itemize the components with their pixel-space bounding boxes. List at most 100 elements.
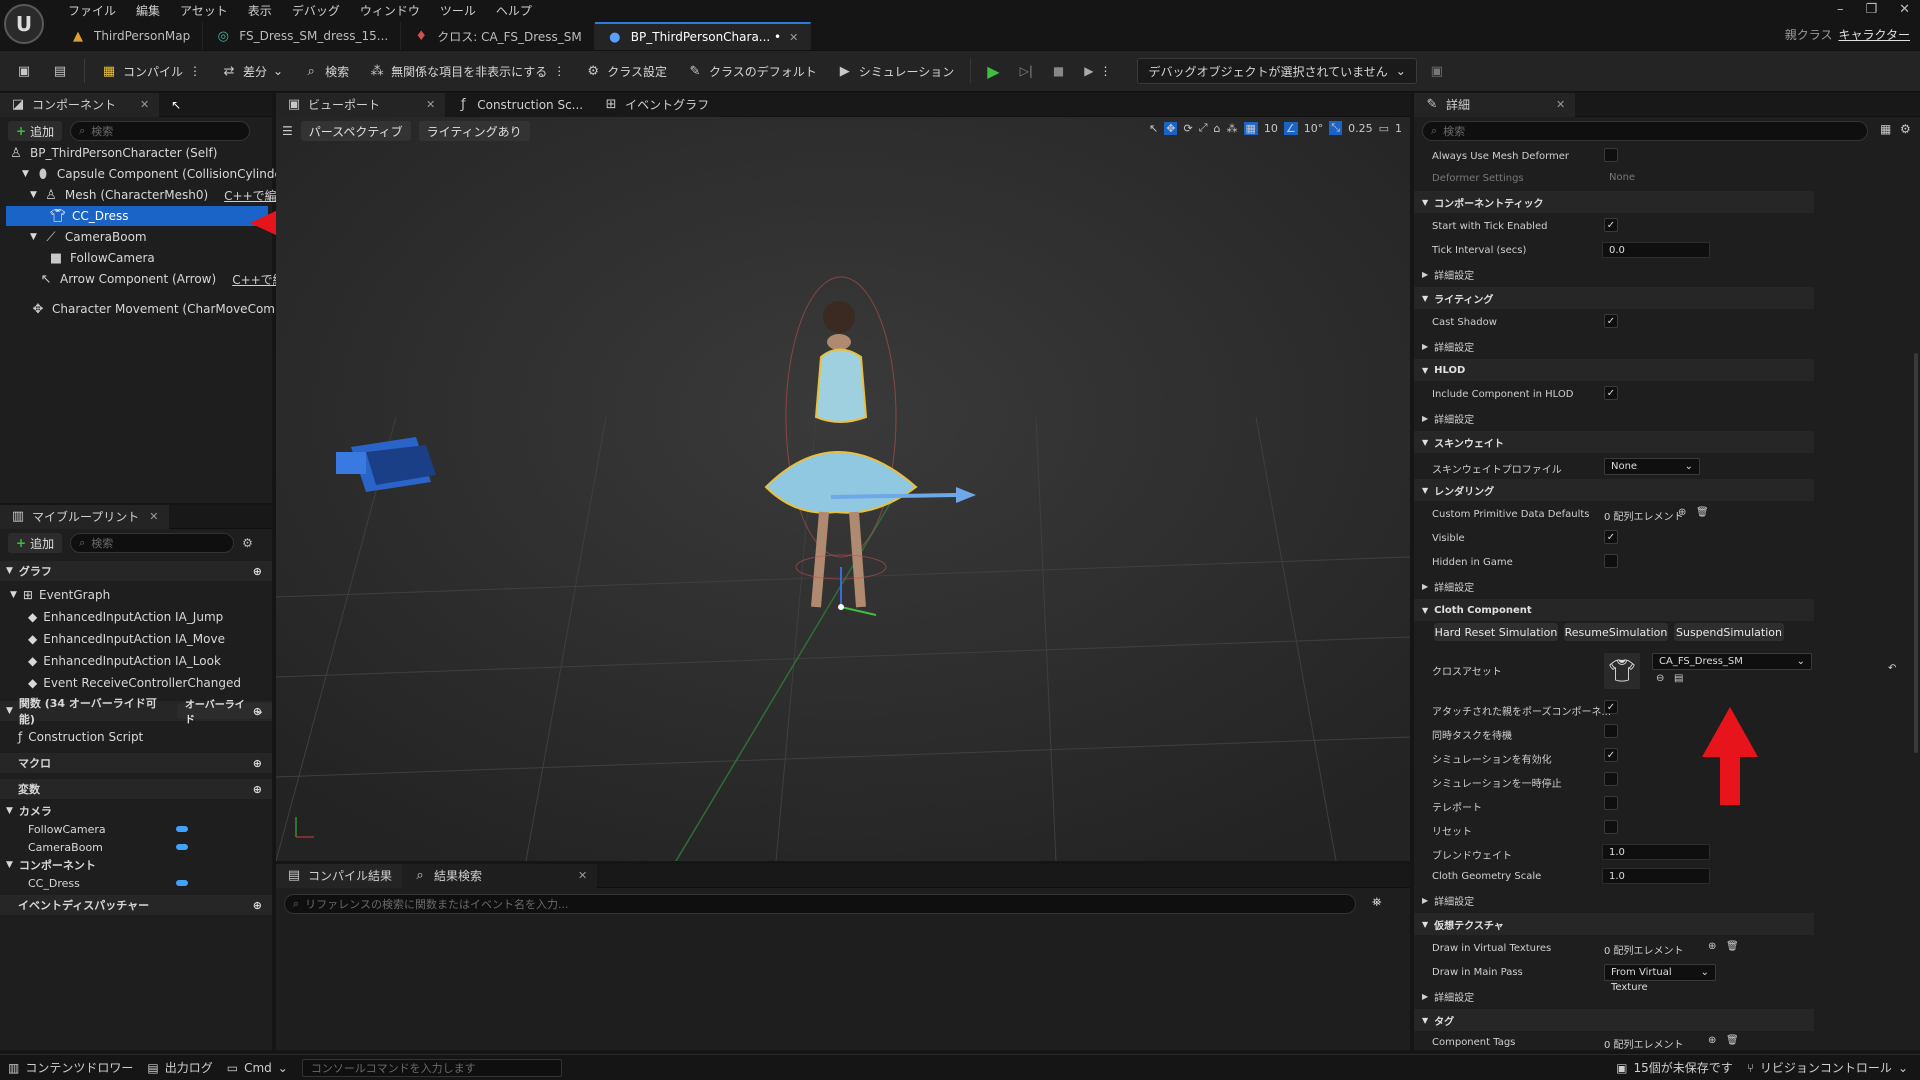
- tab-construction-script[interactable]: ƒ Construction Sc...: [445, 92, 594, 117]
- suspend-simulation-button[interactable]: SuspendSimulation: [1674, 623, 1784, 641]
- section-virtual-texture[interactable]: ▼ 仮想テクスチャ: [1414, 913, 1814, 935]
- components-search-input[interactable]: ⌕ 検索: [70, 121, 251, 141]
- tab-my-blueprint[interactable]: ▥ マイブループリント ✕: [0, 504, 169, 529]
- debug-object-select[interactable]: デバッグオブジェクトが選択されていません ⌄: [1137, 58, 1417, 84]
- close-tab-icon[interactable]: ✕: [789, 31, 798, 44]
- hard-reset-simulation-button[interactable]: Hard Reset Simulation: [1434, 623, 1558, 641]
- compile-button[interactable]: ▦ コンパイル ⋮: [93, 57, 209, 85]
- resume-simulation-button[interactable]: ResumeSimulation: [1564, 623, 1668, 641]
- advanced-tick[interactable]: ▶ 詳細設定: [1414, 263, 1814, 285]
- translate-icon[interactable]: ✥: [1164, 121, 1178, 135]
- add-component-button[interactable]: + 追加: [8, 121, 63, 141]
- parent-class-link[interactable]: キャラクター: [1838, 28, 1910, 42]
- advanced-virtual-texture[interactable]: ▶ 詳細設定: [1414, 985, 1814, 1007]
- close-icon[interactable]: ✕: [140, 98, 149, 111]
- advanced-hlod[interactable]: ▶ 詳細設定: [1414, 407, 1814, 429]
- scale-icon[interactable]: ⤢: [1199, 121, 1208, 135]
- var-followcamera[interactable]: FollowCamera: [28, 819, 188, 839]
- angle-snap-icon[interactable]: ∠: [1283, 121, 1298, 135]
- tab-thirdpersonmap[interactable]: ▲ ThirdPersonMap: [58, 22, 204, 50]
- add-blueprint-item-button[interactable]: + 追加: [8, 533, 63, 553]
- add-circle-icon[interactable]: ⊕: [253, 899, 262, 912]
- viewport-scene[interactable]: [276, 117, 1410, 861]
- trash-icon[interactable]: 🗑︎: [1726, 941, 1739, 952]
- tab-cloth-asset[interactable]: ♦ クロス: CA_FS_Dress_SM: [401, 22, 595, 50]
- cloth-asset-dropdown[interactable]: CA_FS_Dress_SM ⌄: [1652, 653, 1812, 670]
- browse-asset-icon[interactable]: ⊖: [1656, 673, 1664, 684]
- close-icon[interactable]: ✕: [426, 98, 435, 111]
- debug-options-button[interactable]: ▣: [1421, 57, 1453, 85]
- always-deformer-checkbox[interactable]: [1604, 148, 1618, 162]
- add-element-icon[interactable]: ⊕: [1708, 1035, 1716, 1046]
- tab-details[interactable]: ✎ 詳細 ✕: [1414, 92, 1576, 117]
- open-asset-folder-icon[interactable]: ▤: [1674, 673, 1683, 684]
- var-cc-dress[interactable]: CC_Dress: [28, 873, 188, 893]
- start-tick-checkbox[interactable]: ✓: [1604, 218, 1618, 232]
- attach-parent-checkbox[interactable]: ✓: [1604, 700, 1618, 714]
- reset-to-default-icon[interactable]: ↶: [1888, 663, 1896, 674]
- section-lighting[interactable]: ▼ ライティング: [1414, 287, 1814, 309]
- table-view-icon[interactable]: ▦: [1880, 122, 1891, 136]
- output-log-button[interactable]: ▤ 出力ログ: [147, 1059, 212, 1076]
- grid-snap-value[interactable]: 10: [1264, 122, 1278, 135]
- category-functions[interactable]: ▼ 関数 (34 オーバーライド可能) オーバーライド ⌄ ⊕: [0, 697, 272, 726]
- category-component[interactable]: ▼ コンポーネント: [6, 855, 96, 875]
- simulation-button[interactable]: ▶ シミュレーション: [829, 57, 963, 85]
- select-icon[interactable]: ↖: [1149, 122, 1158, 135]
- menu-asset[interactable]: アセット: [170, 0, 238, 20]
- more-icon[interactable]: ⋮: [1099, 64, 1111, 78]
- var-cameraboom[interactable]: CameraBoom: [28, 837, 188, 857]
- angle-snap-value[interactable]: 10°: [1304, 122, 1324, 135]
- tab-event-graph[interactable]: ⊞ イベントグラフ: [593, 92, 720, 117]
- blend-weight-input[interactable]: 1.0: [1602, 844, 1710, 860]
- source-control-button[interactable]: ⑂ リビジョンコントロール ⌄: [1747, 1059, 1908, 1076]
- skin-profile-dropdown[interactable]: None ⌄: [1604, 458, 1700, 475]
- tab-compile-results[interactable]: ▤ コンパイル結果: [276, 863, 403, 888]
- find-results-search-input[interactable]: ⌕ リファレンスの検索に関数またはイベント名を入力...: [284, 894, 1356, 914]
- draw-main-pass-dropdown[interactable]: From Virtual Texture ⌄: [1604, 964, 1716, 993]
- tab-material[interactable]: ◎ FS_Dress_SM_dress_15...: [203, 22, 402, 50]
- add-element-icon[interactable]: ⊕: [1708, 941, 1716, 952]
- tree-self[interactable]: ♙ BP_ThirdPersonCharacter (Self): [8, 143, 217, 163]
- grid-snap-icon[interactable]: ▦: [1243, 121, 1258, 135]
- eject-button[interactable]: ▶ ⋮: [1076, 57, 1119, 85]
- unsaved-button[interactable]: ▣ 15個が未保存です: [1616, 1059, 1733, 1076]
- wait-task-checkbox[interactable]: [1604, 724, 1618, 738]
- blueprint-search-input[interactable]: ⌕ 検索: [70, 533, 235, 553]
- camera-speed-value[interactable]: 1: [1395, 122, 1402, 135]
- menu-view[interactable]: 表示: [238, 0, 282, 20]
- tick-interval-input[interactable]: 0.0: [1602, 242, 1710, 258]
- event-jump[interactable]: ◆ EnhancedInputAction IA_Jump: [28, 607, 223, 627]
- trash-icon[interactable]: 🗑︎: [1726, 1035, 1739, 1046]
- advanced-lighting[interactable]: ▶ 詳細設定: [1414, 335, 1814, 357]
- tree-construction-script[interactable]: ƒ Construction Script: [18, 727, 143, 747]
- tree-eventgraph[interactable]: ▼ ⊞ EventGraph: [10, 585, 110, 605]
- tree-arrow[interactable]: ↖ Arrow Component (Arrow) C++で編集: [38, 269, 297, 289]
- category-event-dispatchers[interactable]: イベントディスパッチャー ⊕: [0, 895, 272, 915]
- category-macros[interactable]: マクロ ⊕: [0, 753, 272, 773]
- event-look[interactable]: ◆ EnhancedInputAction IA_Look: [28, 651, 221, 671]
- camera-speed-icon[interactable]: ▭: [1379, 122, 1389, 135]
- section-hlod[interactable]: ▼ HLOD: [1414, 359, 1814, 381]
- section-cloth-component[interactable]: ▼ Cloth Component: [1414, 599, 1814, 621]
- hamburger-menu-icon[interactable]: ☰: [282, 124, 293, 138]
- tree-cc-dress[interactable]: 👕︎ CC_Dress: [6, 206, 268, 226]
- gear-icon[interactable]: ⚙: [242, 536, 253, 550]
- stop-button[interactable]: ■: [1045, 57, 1072, 85]
- section-rendering[interactable]: ▼ レンダリング: [1414, 479, 1814, 501]
- gear-icon[interactable]: ⚙: [1900, 122, 1911, 136]
- advanced-rendering[interactable]: ▶ 詳細設定: [1414, 575, 1814, 597]
- add-circle-icon[interactable]: ⊕: [253, 705, 262, 718]
- section-component-tick[interactable]: ▼ コンポーネントティック: [1414, 191, 1814, 213]
- menu-edit[interactable]: 編集: [126, 0, 170, 20]
- enable-simulation-checkbox[interactable]: ✓: [1604, 748, 1618, 762]
- tab-viewport[interactable]: ▣ ビューポート ✕: [276, 92, 446, 117]
- more-icon[interactable]: ⋮: [553, 64, 565, 78]
- save-button[interactable]: ▣: [8, 57, 40, 85]
- menu-file[interactable]: ファイル: [58, 0, 126, 20]
- menu-tools[interactable]: ツール: [430, 0, 486, 20]
- binoculars-icon[interactable]: ⛯: [1372, 895, 1382, 910]
- step-button[interactable]: ▷|: [1012, 57, 1041, 85]
- tab-find-results[interactable]: ⌕ 結果検索 ✕: [402, 863, 598, 888]
- add-circle-icon[interactable]: ⊕: [253, 783, 262, 796]
